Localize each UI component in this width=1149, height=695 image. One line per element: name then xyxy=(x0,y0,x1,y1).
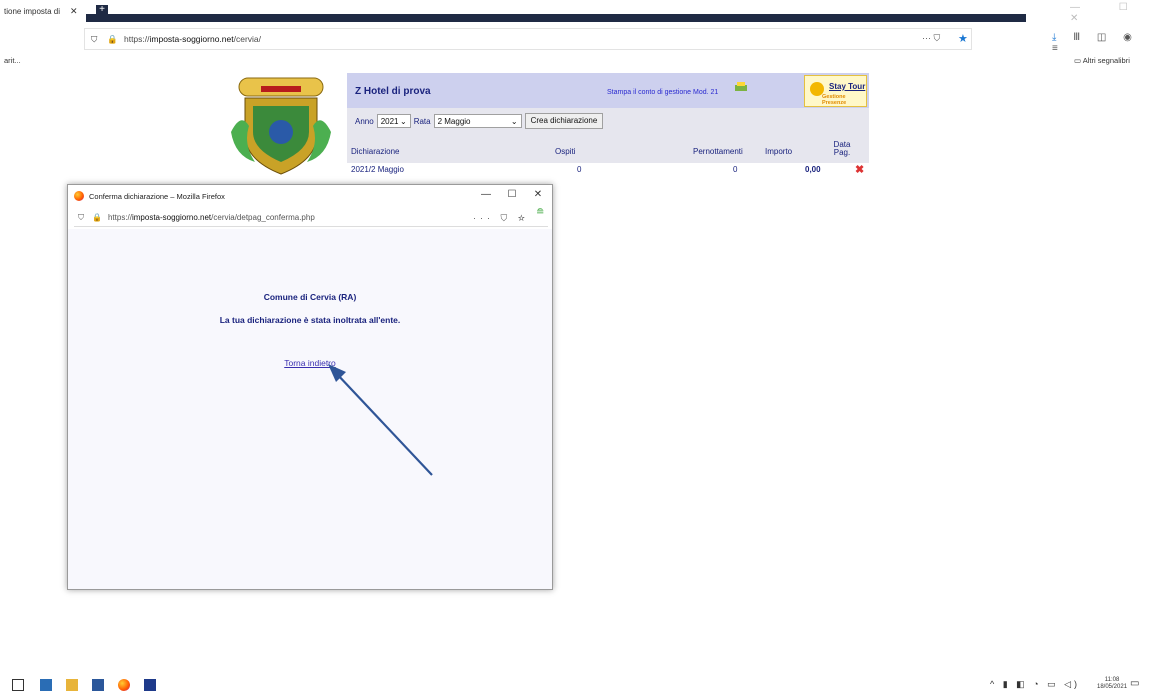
chevron-down-icon: ⌄ xyxy=(510,116,518,126)
row-pernottamenti: 0 xyxy=(733,165,738,174)
browser-tab-bar: tione imposta di ✕ + — ☐ ✕ xyxy=(0,0,1149,24)
bookmark-star-icon[interactable]: ★ xyxy=(958,32,968,45)
notifications-icon[interactable]: ▭ xyxy=(1130,678,1139,689)
confirm-popup-window: Conferma dichiarazione – Mozilla Firefox… xyxy=(67,184,553,590)
clock-date: 18/05/2021 xyxy=(1097,684,1128,690)
declaration-controls: Anno 2021 ⌄ Rata 2 Maggio ⌄ Crea dichiaraz… xyxy=(355,113,604,129)
library-icon[interactable]: Ⅲ xyxy=(1073,32,1087,43)
popup-url-path: /cervia/detpag_conferma.php xyxy=(211,213,315,222)
clock[interactable]: 11:08 18/05/2021 xyxy=(1097,677,1127,691)
hotel-name: Z Hotel di prova xyxy=(355,86,431,97)
column-dichiarazione: Dichiarazione xyxy=(351,147,400,156)
url-domain: imposta-soggiorno.net xyxy=(149,34,234,44)
rata-value: 2 Maggio xyxy=(437,116,471,126)
address-bar[interactable]: ⛉ 🔒 https://imposta-soggiorno.net/cervia… xyxy=(84,28,972,50)
logo-title: Stay Tour xyxy=(829,82,866,91)
declaration-panel: Z Hotel di prova Stampa il conto di gest… xyxy=(347,73,869,177)
extension-icon[interactable]: ≘ xyxy=(536,207,544,218)
column-importo: Importo xyxy=(765,147,793,156)
tab-title: tione imposta di xyxy=(4,6,61,16)
sidebar-icon[interactable]: ◫ xyxy=(1097,32,1113,43)
menu-icon[interactable]: ≡ xyxy=(1052,43,1065,54)
word-icon[interactable] xyxy=(92,679,104,691)
minimize-button[interactable]: — xyxy=(473,189,499,200)
other-bookmarks-label: Altri segnalibri xyxy=(1082,56,1130,65)
account-icon[interactable]: ◉ xyxy=(1123,32,1139,43)
anno-select[interactable]: 2021 ⌄ xyxy=(376,114,411,128)
confirmation-message: La tua dichiarazione è stata inoltrata a… xyxy=(219,315,401,325)
window-controls[interactable]: — ☐ ✕ xyxy=(1070,2,1149,24)
bookmark-item[interactable]: arit... xyxy=(4,56,21,65)
download-icon[interactable]: ⤓ xyxy=(1052,32,1063,43)
popup-url-domain: imposta-soggiorno.net xyxy=(131,213,212,222)
popup-title-bar: Conferma dichiarazione – Mozilla Firefox… xyxy=(68,185,552,207)
file-explorer-icon[interactable] xyxy=(40,679,52,691)
firefox-taskbar-icon[interactable] xyxy=(118,679,130,691)
tab-strip-background xyxy=(86,14,1026,22)
url-prefix: https:// xyxy=(123,34,150,44)
lock-icon: 🔒 xyxy=(92,213,102,222)
other-bookmarks[interactable]: ▭ Altri segnalibri xyxy=(1074,56,1130,65)
url-path: /cervia/ xyxy=(233,34,262,44)
stay-tour-logo[interactable]: Stay Tour Gestione Presenze xyxy=(804,75,867,107)
rata-label: Rata xyxy=(413,116,431,126)
maximize-button[interactable]: ☐ xyxy=(499,189,525,200)
print-icon[interactable] xyxy=(733,81,749,93)
table-row: 2021/2 Maggio 0 0 0,00 ✖ xyxy=(347,163,869,177)
folder-icon: ▭ xyxy=(1074,56,1083,65)
desktop: tione imposta di ✕ + — ☐ ✕ ⛉ 🔒 https://i… xyxy=(0,0,1149,695)
anno-value: 2021 xyxy=(380,116,399,126)
row-dichiarazione[interactable]: 2021/2 Maggio xyxy=(351,165,404,174)
popup-title: Conferma dichiarazione – Mozilla Firefox xyxy=(89,192,225,201)
rata-select[interactable]: 2 Maggio ⌄ xyxy=(433,114,522,128)
stampa-link[interactable]: Stampa il conto di gestione Mod. 21 xyxy=(607,89,718,96)
anno-label: Anno xyxy=(355,116,374,126)
popup-url-prefix: https:// xyxy=(107,213,132,222)
windows-taskbar: ^ ▮ ◧ ◔ ▭ ◁) 11:08 18/05/2021 ▭ xyxy=(0,675,1149,695)
popup-page-actions-icon[interactable]: ··· ⛉ ☆ xyxy=(473,213,529,224)
bookmarks-bar: arit... ▭ Altri segnalibri xyxy=(0,54,1149,68)
row-ospiti: 0 xyxy=(577,165,582,174)
app-icon[interactable] xyxy=(144,679,156,691)
clock-time: 11:08 xyxy=(1104,677,1120,683)
panel-header: Z Hotel di prova Stampa il conto di gest… xyxy=(347,73,869,108)
popup-window-controls: — ☐ ✕ xyxy=(473,189,551,200)
torna-indietro-link[interactable]: Torna indietro xyxy=(68,358,552,368)
firefox-icon xyxy=(74,191,84,201)
chevron-down-icon: ⌄ xyxy=(399,116,407,126)
toolbar-icons[interactable]: ⤓ Ⅲ ◫ ◉ ≡ xyxy=(1052,32,1149,54)
close-tab-icon[interactable]: ✕ xyxy=(70,6,78,17)
shield-icon: ⛉ xyxy=(78,212,84,222)
close-button[interactable]: ✕ xyxy=(525,189,551,200)
task-view-icon[interactable] xyxy=(12,679,24,691)
torna-indietro-label: Torna indietro xyxy=(284,358,336,368)
column-ospiti: Ospiti xyxy=(555,147,576,156)
cervia-crest-logo xyxy=(231,77,331,175)
row-importo: 0,00 xyxy=(805,165,821,174)
lock-icon: 🔒 xyxy=(107,33,118,44)
logo-subtitle: Gestione Presenze xyxy=(822,94,847,106)
page-actions-icon[interactable]: ··· ⛉ xyxy=(922,33,940,44)
column-pernottamenti: Pernottamenti xyxy=(693,147,743,156)
popup-content: Comune di Cervia (RA) La tua dichiarazio… xyxy=(68,229,552,589)
system-tray[interactable]: ^ ▮ ◧ ◔ ▭ ◁) xyxy=(990,679,1080,690)
comune-title: Comune di Cervia (RA) xyxy=(263,292,357,302)
delete-icon[interactable]: ✖ xyxy=(855,163,864,176)
column-data-pag: Data Pag. xyxy=(833,140,851,157)
crea-dichiarazione-button[interactable]: Crea dichiarazione xyxy=(524,113,604,129)
app-icon[interactable] xyxy=(66,679,78,691)
new-tab-button[interactable]: + xyxy=(96,5,108,15)
shield-icon: ⛉ xyxy=(91,33,98,44)
